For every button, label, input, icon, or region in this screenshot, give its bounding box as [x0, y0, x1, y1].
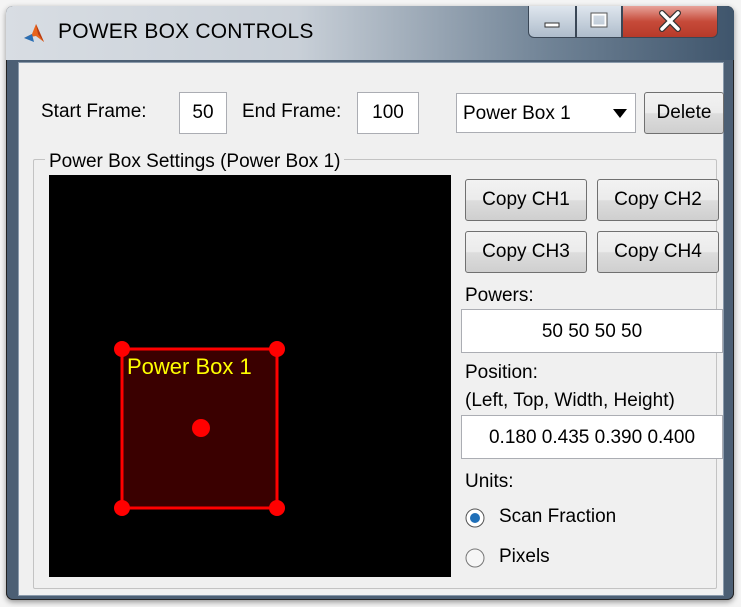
start-frame-input[interactable]: 50	[179, 92, 227, 134]
radio-unselected-icon	[465, 548, 485, 568]
position-label: Position:	[465, 362, 538, 383]
window-title: POWER BOX CONTROLS	[58, 20, 314, 43]
box-handle-top-right[interactable]	[269, 341, 285, 357]
box-handle-bottom-right[interactable]	[269, 500, 285, 516]
settings-group-legend: Power Box Settings (Power Box 1)	[45, 151, 345, 173]
power-box-window: POWER BOX CONTROLS Start Frame: 50 End F…	[6, 6, 734, 600]
copy-ch4-button[interactable]: Copy CH4	[597, 231, 719, 273]
powers-input[interactable]: 50 50 50 50	[461, 309, 723, 353]
copy-ch2-button[interactable]: Copy CH2	[597, 179, 719, 221]
minimize-button[interactable]	[528, 6, 576, 38]
power-box-canvas[interactable]: Power Box 1	[49, 175, 451, 577]
copy-ch1-button[interactable]: Copy CH1	[465, 179, 587, 221]
units-label: Units:	[465, 471, 514, 492]
close-icon	[659, 10, 681, 32]
powers-label: Powers:	[465, 285, 534, 306]
units-option-pixels-label: Pixels	[499, 546, 550, 567]
power-box-label: Power Box 1	[127, 354, 252, 379]
power-box-select[interactable]: Power Box 1	[456, 93, 636, 133]
units-radio-scan-fraction[interactable]: Scan Fraction	[465, 505, 665, 531]
minimize-icon	[544, 22, 560, 28]
matlab-logo-icon	[24, 24, 44, 42]
maximize-button[interactable]	[576, 6, 622, 38]
title-bar[interactable]: POWER BOX CONTROLS	[6, 6, 734, 60]
radio-selected-icon	[465, 508, 485, 528]
power-box-select-value: Power Box 1	[463, 103, 571, 124]
position-sublabel: (Left, Top, Width, Height)	[465, 390, 675, 411]
position-input[interactable]: 0.180 0.435 0.390 0.400	[461, 415, 723, 459]
delete-button[interactable]: Delete	[644, 92, 724, 134]
end-frame-label: End Frame:	[242, 101, 342, 122]
start-frame-label: Start Frame:	[41, 101, 147, 122]
canvas-drawing: Power Box 1	[114, 341, 285, 516]
units-option-scan-fraction-label: Scan Fraction	[499, 506, 617, 527]
box-handle-bottom-left[interactable]	[114, 500, 130, 516]
box-center-handle[interactable]	[192, 419, 210, 437]
chevron-down-icon[interactable]	[605, 94, 635, 132]
client-area: Start Frame: 50 End Frame: 100 Power Box…	[18, 62, 724, 596]
close-button[interactable]	[622, 6, 718, 38]
copy-ch3-button[interactable]: Copy CH3	[465, 231, 587, 273]
units-radio-pixels[interactable]: Pixels	[465, 545, 665, 571]
end-frame-input[interactable]: 100	[357, 92, 419, 134]
maximize-icon	[590, 12, 608, 28]
